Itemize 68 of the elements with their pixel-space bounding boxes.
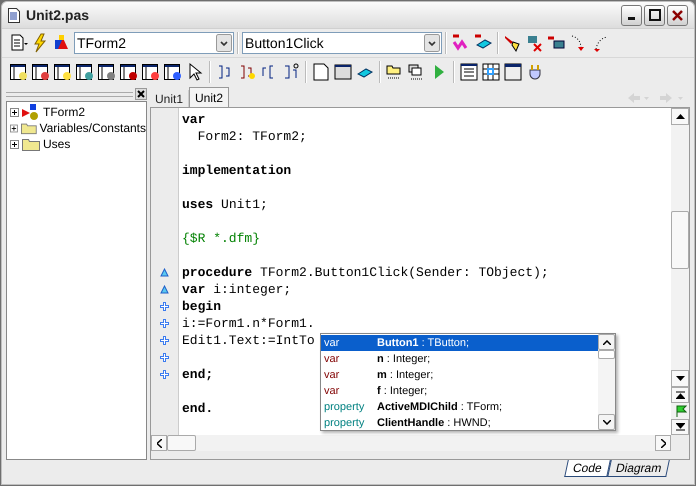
maximize-button[interactable]	[644, 4, 665, 26]
tree-item[interactable]: Variables/Constants	[10, 120, 146, 136]
scroll-right-button[interactable]	[655, 435, 671, 451]
code-comment: {$R *.dfm}	[182, 230, 260, 247]
expand-icon[interactable]	[10, 124, 18, 132]
plus-marker-icon	[160, 336, 169, 345]
code-line: implementation	[182, 162, 292, 179]
code-line: i:=Form1.n*Form1.	[182, 315, 315, 332]
close-button[interactable]	[667, 4, 688, 26]
window-icon[interactable]	[502, 60, 524, 82]
minimize-icon	[628, 16, 635, 20]
plus-marker-icon	[160, 319, 169, 328]
method-dropdown[interactable]: Button1Click	[242, 32, 442, 54]
scroll-up-button[interactable]	[671, 108, 689, 125]
scrollbar-thumb[interactable]	[671, 211, 689, 269]
scroll-bottom-icon	[676, 423, 684, 431]
code-line: var i:integer;	[182, 281, 292, 298]
folder-icon	[22, 137, 40, 151]
code-line: var	[182, 111, 206, 128]
code-line: Edit1.Text:=IntTo	[182, 332, 315, 349]
code-line: begin	[182, 298, 222, 315]
code-line: Form2: TForm2;	[196, 128, 307, 145]
down-arrow-icon	[676, 376, 684, 381]
expand-icon[interactable]	[10, 108, 19, 116]
close-icon	[137, 90, 145, 98]
close-icon	[672, 10, 683, 20]
up-arrow-icon	[676, 114, 684, 119]
scroll-bottom-button[interactable]	[671, 419, 689, 435]
completion-item[interactable]: property ActiveMDIChild : TForm;	[321, 399, 598, 415]
view-tab[interactable]: Code	[564, 460, 610, 477]
expand-icon[interactable]	[10, 140, 19, 148]
folder-icon	[20, 121, 36, 135]
scrollbar-thumb[interactable]	[598, 350, 615, 359]
scroll-top-icon	[676, 391, 684, 399]
grid-icon[interactable]	[480, 60, 502, 82]
scroll-top-button[interactable]	[671, 387, 689, 403]
triangle-marker-icon	[160, 268, 169, 277]
list-window-icon[interactable]	[458, 60, 480, 82]
plus-marker-icon	[160, 302, 169, 311]
completion-item[interactable]: var m : Integer;	[321, 367, 598, 383]
code-line: end.	[182, 400, 214, 417]
triangle-marker-icon	[160, 285, 169, 294]
flag-icon	[674, 405, 686, 417]
completion-item[interactable]: var Button1 : TButton;	[321, 335, 598, 351]
plus-marker-icon	[160, 353, 169, 362]
minimize-button[interactable]	[621, 4, 642, 26]
scrollbar-thumb[interactable]	[167, 435, 196, 451]
close-button[interactable]	[135, 88, 147, 100]
tree-item[interactable]: TForm2	[10, 104, 146, 120]
view-tab[interactable]: Diagram	[606, 460, 670, 477]
completion-item[interactable]: var f : Integer;	[321, 383, 598, 399]
class-icon	[22, 104, 40, 120]
scroll-left-button[interactable]	[151, 435, 167, 451]
scroll-down-button[interactable]	[598, 414, 615, 430]
document-icon	[8, 8, 20, 22]
code-line: uses Unit1;	[182, 196, 268, 213]
tree-item[interactable]: Uses	[10, 136, 146, 152]
editor-tab[interactable]: Unit2	[189, 87, 230, 107]
code-line: procedure TForm2.Button1Click(Sender: TObject);	[182, 264, 549, 281]
class-dropdown[interactable]: TForm2	[74, 32, 234, 54]
window-title: Unit2.pas	[26, 6, 90, 25]
back-forward-icon	[626, 90, 686, 106]
completion-item[interactable]: var n : Integer;	[321, 351, 598, 367]
plus-marker-icon	[160, 370, 169, 379]
maximize-icon	[648, 9, 660, 21]
code-line: end;	[182, 366, 214, 383]
completion-item[interactable]: property ClientHandle : HWND;	[321, 415, 598, 431]
scroll-down-button[interactable]	[671, 370, 689, 387]
